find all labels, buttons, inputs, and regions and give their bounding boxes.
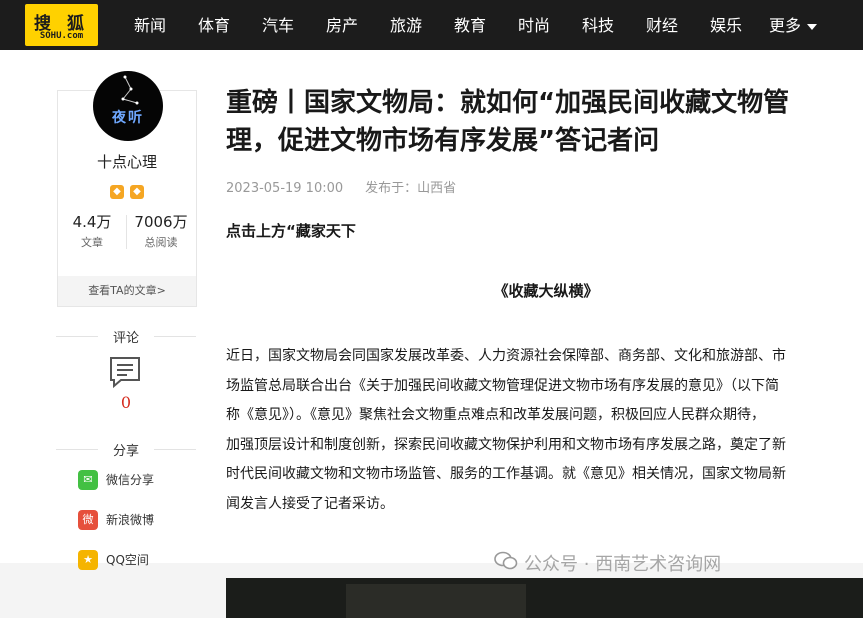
body-line: 近日，国家文物局会同国家发展改革委、人力资源社会保障部、商务部、文化和旅游部、市 [226,348,786,364]
nav-item-realestate[interactable]: 房产 [310,0,374,50]
nav-item-travel[interactable]: 旅游 [374,0,438,50]
author-name[interactable]: 十点心理 [58,151,196,172]
article-title-line-2: 理，促进文物市场有序发展”答记者问 [226,126,660,156]
sohu-logo[interactable]: 搜 狐 SOHU.com [25,4,98,46]
body-line: 闻发言人接受了记者采访。 [226,495,394,512]
weibo-icon: 微 [78,510,98,530]
share-section-label: 分享 [56,440,196,459]
channel-nav: 新闻 体育 汽车 房产 旅游 教育 时尚 科技 财经 娱乐 更多 [118,0,828,50]
author-avatar[interactable]: 夜听 [93,71,163,141]
body-line: 加强顶层设计和制度创新，探索民间收藏文物保护利用和文物市场有序发展之路，奠定了新 [226,436,786,453]
article-lead: 点击上方“藏家天下 [226,222,356,240]
nav-item-entertainment[interactable]: 娱乐 [694,0,758,50]
body-line: 称《意见》）。《意见》聚焦社会文物重点难点和改革发展问题，积极回应人民群众期待， [226,407,765,424]
article: 重磅丨国家文物局：就如何“加强民间收藏文物管 理，促进文物市场有序发展”答记者问… [226,84,863,618]
view-author-articles-link[interactable]: 查看TA的文章> [58,276,196,306]
top-nav-bar: 搜 狐 SOHU.com 新闻 体育 汽车 房产 旅游 教育 时尚 科技 财经 … [0,0,863,50]
publish-location: 发布于：山西省 [365,181,457,196]
nav-more-label: 更多 [768,16,801,35]
qzone-icon: ★ [78,550,98,570]
nav-item-tech[interactable]: 科技 [566,0,630,50]
nav-item-sports[interactable]: 体育 [182,0,246,50]
share-weibo-label: 新浪微博 [106,513,155,527]
article-title-line-1: 重磅丨国家文物局：就如何“加强民间收藏文物管 [226,88,790,118]
page-content: 夜听 十点心理 ◆ ◆ 4.4万 文章 7006万 总阅读 查看TA的文章> 评论… [0,50,863,618]
article-meta: 2023-05-19 10:00 发布于：山西省 [226,177,456,196]
nav-more-button[interactable]: 更多 [758,0,828,50]
watermark: 公众号 · 西南艺术咨询网 [494,550,722,576]
fox-badge-icon: ◆ [130,185,144,199]
starry-sky-icon [121,75,139,105]
avatar-text: 夜听 [112,110,144,126]
reads-label: 总阅读 [144,236,178,249]
article-body: 近日，国家文物局会同国家发展改革委、人力资源社会保障部、商务部、文化和旅游部、市… [226,342,863,518]
body-line: 时代民间收藏文物和文物市场监管、服务的工作基调。就《意见》相关情况，国家文物局新 [226,466,786,483]
wechat-watermark-icon [494,551,518,570]
chevron-down-icon [807,23,817,30]
article-image[interactable] [226,578,863,618]
author-card: 夜听 十点心理 ◆ ◆ 4.4万 文章 7006万 总阅读 查看TA的文章> [57,71,197,307]
nav-item-finance[interactable]: 财经 [630,0,694,50]
wechat-icon: ✉ [78,470,98,490]
nav-item-education[interactable]: 教育 [438,0,502,50]
reads-count: 7006万 [134,213,188,231]
reads-stat: 7006万 总阅读 [127,211,195,250]
body-line: 场监管总局联合出台《关于加强民间收藏文物管理促进文物市场有序发展的意见》（以下简 [226,377,779,394]
fox-badge-icon: ◆ [110,185,124,199]
author-badges: ◆ ◆ [58,179,196,199]
nav-item-fashion[interactable]: 时尚 [502,0,566,50]
share-qzone-label: QQ空间 [106,553,149,567]
article-image-detail [346,584,526,618]
comment-count[interactable]: 0 [57,393,195,412]
comment-icon[interactable] [108,355,142,389]
nav-item-auto[interactable]: 汽车 [246,0,310,50]
share-wechat-label: 微信分享 [106,473,155,487]
comments-section-label: 评论 [56,327,196,346]
article-title: 重磅丨国家文物局：就如何“加强民间收藏文物管 理，促进文物市场有序发展”答记者问 [226,84,863,160]
nav-item-news[interactable]: 新闻 [118,0,182,50]
articles-count: 4.4万 [72,213,112,231]
article-subtitle: 《收藏大纵横》 [493,282,599,300]
publish-date: 2023-05-19 10:00 [226,181,344,196]
watermark-text: 公众号 · 西南艺术咨询网 [524,554,722,575]
logo-english-text: SOHU.com [39,31,84,41]
articles-stat: 4.4万 文章 [58,211,126,250]
articles-label: 文章 [81,236,103,249]
